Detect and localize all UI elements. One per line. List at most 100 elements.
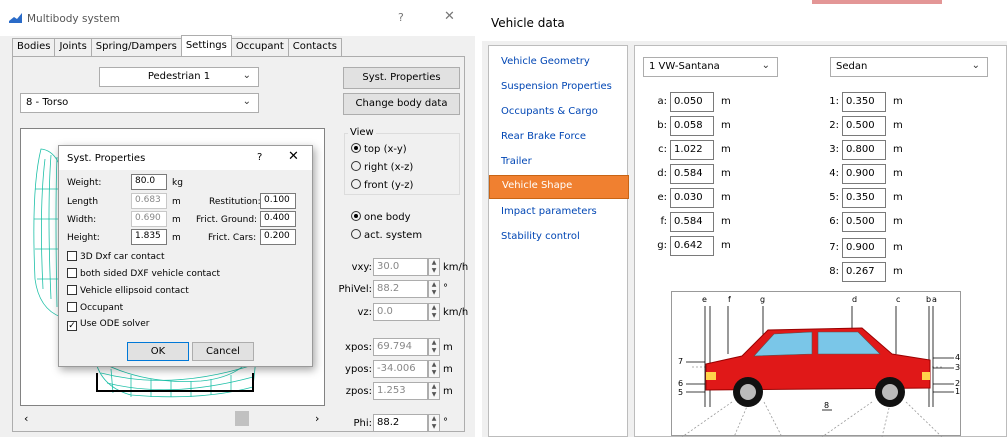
tab-joints[interactable]: Joints <box>54 38 92 56</box>
body-type-select[interactable]: Sedan ⌄ <box>830 57 988 77</box>
scroll-right-icon[interactable]: › <box>315 412 319 425</box>
checkbox-label: both sided DXF vehicle contact <box>80 269 221 279</box>
phi-spinner[interactable]: ▲ ▼ <box>428 414 440 432</box>
vz-field[interactable]: 0.0 <box>373 303 428 321</box>
dialog-help-button[interactable]: ? <box>257 152 262 163</box>
phi-field[interactable]: 88.2 <box>373 414 428 432</box>
param-field-left[interactable]: 0.050 <box>670 92 714 112</box>
restitution-label: Restitution: <box>209 197 261 207</box>
checkbox-empty-icon <box>67 268 77 278</box>
weight-field[interactable]: 80.0 <box>131 174 167 190</box>
tab-occupant[interactable]: Occupant <box>230 38 289 56</box>
change-body-data-button[interactable]: Change body data <box>343 93 460 115</box>
width-field[interactable]: 0.690 <box>131 211 167 227</box>
height-field[interactable]: 1.835 <box>131 229 167 245</box>
param-field-right[interactable]: 0.350 <box>842 188 886 208</box>
param-field-right[interactable]: 0.500 <box>842 212 886 232</box>
body-select[interactable]: 8 - Torso ⌄ <box>20 93 259 113</box>
check-use-ode-solver[interactable]: ✓ Use ODE solver <box>67 319 150 331</box>
chevron-down-icon: ⌄ <box>242 70 251 81</box>
check-vehicle-ellipsoid[interactable]: Vehicle ellipsoid contact <box>67 285 189 296</box>
param-field-left[interactable]: 1.022 <box>670 140 714 160</box>
param-label-right: 7: <box>829 242 839 253</box>
param-field-left[interactable]: 0.030 <box>670 188 714 208</box>
tab-spring-dampers[interactable]: Spring/Dampers <box>90 38 182 56</box>
scroll-thumb[interactable] <box>235 411 249 426</box>
radio-view-top[interactable]: top (x-y) <box>351 143 407 155</box>
param-field-left[interactable]: 0.058 <box>670 116 714 136</box>
radio-view-front[interactable]: front (y-z) <box>351 179 413 191</box>
tab-bodies[interactable]: Bodies <box>12 38 56 56</box>
check-both-sided-dxf[interactable]: both sided DXF vehicle contact <box>67 268 220 279</box>
zpos-field[interactable]: 1.253 <box>373 382 428 400</box>
nav-trailer[interactable]: Trailer <box>489 152 629 174</box>
close-button[interactable]: ✕ <box>444 9 455 24</box>
param-field-left[interactable]: 0.584 <box>670 164 714 184</box>
nav-vehicle-geometry[interactable]: Vehicle Geometry <box>489 52 629 74</box>
length-label: Length <box>67 197 99 207</box>
nav-stability-control[interactable]: Stability control <box>489 227 629 249</box>
nav-occupants-cargo[interactable]: Occupants & Cargo <box>489 102 629 124</box>
param-label-left: c: <box>658 144 667 155</box>
diagram-label: 4 <box>955 353 960 362</box>
param-field-right[interactable]: 0.350 <box>842 92 886 112</box>
vxy-spinner[interactable]: ▲ ▼ <box>428 258 440 276</box>
nav-suspension-properties[interactable]: Suspension Properties <box>489 77 629 99</box>
diagram-label: 6 <box>678 379 683 388</box>
tab-contacts[interactable]: Contacts <box>287 38 342 56</box>
ok-button[interactable]: OK <box>127 342 189 361</box>
zpos-spinner[interactable]: ▲ ▼ <box>428 382 440 400</box>
dialog-title-bar: Syst. Properties ? ✕ <box>59 146 312 170</box>
param-label-right: 5: <box>829 192 839 203</box>
param-field-right[interactable]: 0.500 <box>842 116 886 136</box>
cancel-button[interactable]: Cancel <box>192 342 254 361</box>
vxy-field[interactable]: 30.0 <box>373 258 428 276</box>
param-label-left: e: <box>657 192 667 203</box>
xpos-field[interactable]: 69.794 <box>373 338 428 356</box>
phivel-field[interactable]: 88.2 <box>373 280 428 298</box>
body-select-value: 8 - Torso <box>26 97 69 108</box>
restitution-field[interactable]: 0.100 <box>260 193 296 209</box>
param-unit-right: m <box>893 192 903 203</box>
xpos-spinner[interactable]: ▲ ▼ <box>428 338 440 356</box>
frict-ground-field[interactable]: 0.400 <box>260 211 296 227</box>
param-unit-right: m <box>893 144 903 155</box>
param-field-left[interactable]: 0.584 <box>670 212 714 232</box>
radio-view-right[interactable]: right (x-z) <box>351 161 413 173</box>
tab-settings[interactable]: Settings <box>180 35 232 56</box>
vehicle-select[interactable]: 1 VW-Santana ⌄ <box>643 57 778 77</box>
radio-label: right (x-z) <box>364 162 414 173</box>
ypos-field[interactable]: -34.006 <box>373 360 428 378</box>
param-unit-right: m <box>893 242 903 253</box>
nav-impact-parameters[interactable]: Impact parameters <box>489 202 629 224</box>
dialog-close-button[interactable]: ✕ <box>288 149 299 164</box>
nav-rear-brake-force[interactable]: Rear Brake Force <box>489 127 629 149</box>
param-field-left[interactable]: 0.642 <box>670 236 714 256</box>
check-occupant[interactable]: Occupant <box>67 302 123 313</box>
object-select-value: Pedestrian 1 <box>147 71 211 82</box>
length-field[interactable]: 0.683 <box>131 193 167 209</box>
param-field-right[interactable]: 0.900 <box>842 238 886 258</box>
diagram-label: b <box>926 295 931 304</box>
vz-spinner[interactable]: ▲ ▼ <box>428 303 440 321</box>
syst-properties-button[interactable]: Syst. Properties <box>343 67 460 89</box>
radio-act-system[interactable]: act. system <box>351 229 422 241</box>
radio-label: front (y-z) <box>364 180 414 191</box>
param-field-right[interactable]: 0.900 <box>842 164 886 184</box>
horizontal-scrollbar[interactable]: ‹ › <box>20 410 325 427</box>
scroll-left-icon[interactable]: ‹ <box>24 412 28 425</box>
help-button[interactable]: ? <box>398 11 404 24</box>
radio-one-body[interactable]: one body <box>351 211 411 223</box>
vehicle-diagram-graphic: e f g d c b a 7 6 5 4 3 2 1 8 <box>678 295 960 438</box>
param-label-left: g: <box>657 240 667 251</box>
frict-cars-field[interactable]: 0.200 <box>260 229 296 245</box>
param-field-right[interactable]: 0.267 <box>842 262 886 282</box>
ypos-spinner[interactable]: ▲ ▼ <box>428 360 440 378</box>
radio-empty-icon <box>351 161 361 171</box>
phivel-spinner[interactable]: ▲ ▼ <box>428 280 440 298</box>
check-3d-dxf-car-contact[interactable]: 3D Dxf car contact <box>67 251 165 262</box>
param-field-right[interactable]: 0.800 <box>842 140 886 160</box>
nav-vehicle-shape[interactable]: Vehicle Shape <box>489 175 629 199</box>
object-select[interactable]: Pedestrian 1 ⌄ <box>99 67 259 87</box>
diagram-label: 7 <box>678 357 683 366</box>
